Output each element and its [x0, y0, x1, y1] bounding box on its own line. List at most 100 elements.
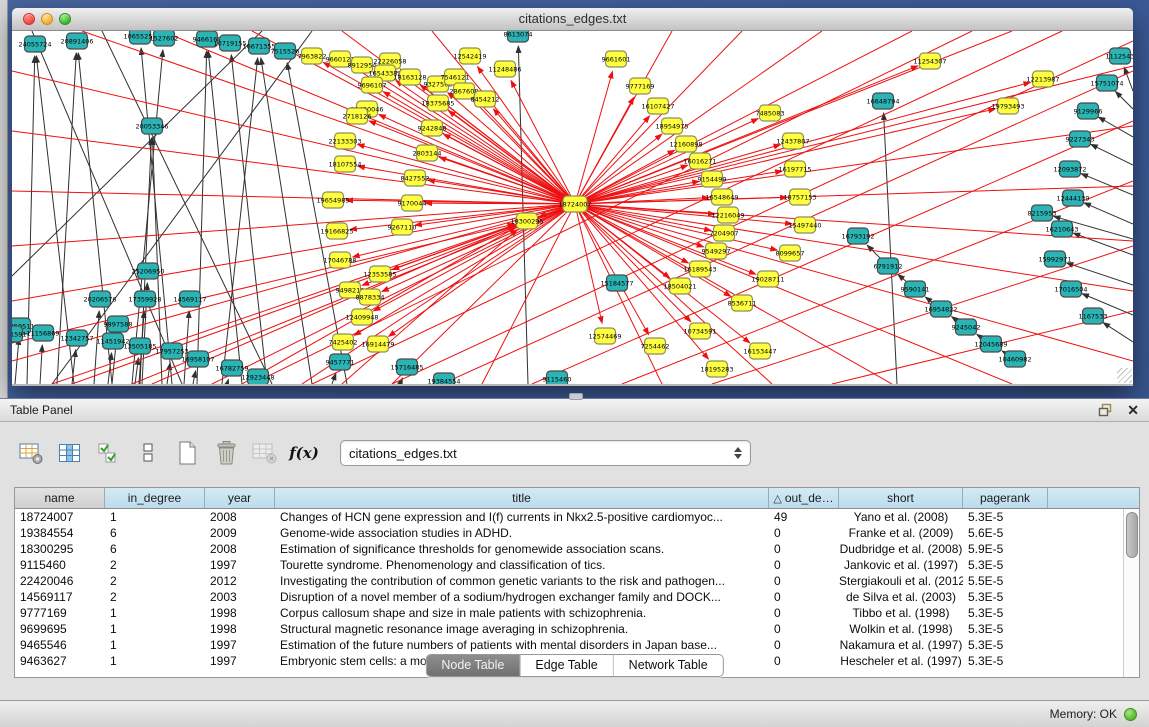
- close-window-button[interactable]: [23, 13, 35, 25]
- graph-node[interactable]: 15716485: [390, 359, 423, 375]
- graph-node[interactable]: 15184577: [600, 275, 633, 291]
- graph-node[interactable]: 9696107: [358, 77, 387, 93]
- zoom-window-button[interactable]: [59, 13, 71, 25]
- graph-node[interactable]: 12444139: [1056, 190, 1089, 206]
- graph-node[interactable]: 8215953: [1028, 205, 1057, 221]
- select-rows-icon[interactable]: [94, 440, 124, 466]
- graph-node[interactable]: 2803144: [413, 145, 442, 161]
- table-row[interactable]: 1456911722003Disruption of a novel membe…: [15, 589, 1123, 605]
- graph-node[interactable]: 14569117: [173, 291, 206, 307]
- graph-node[interactable]: 12160898: [669, 136, 702, 152]
- panel-divider-handle[interactable]: [569, 393, 583, 400]
- graph-node[interactable]: 16914479: [361, 336, 394, 352]
- delete-trash-icon[interactable]: [211, 440, 241, 466]
- graph-node[interactable]: 6791912: [874, 258, 903, 274]
- function-builder-icon[interactable]: f(x): [289, 440, 319, 466]
- column-header-short[interactable]: short: [839, 488, 963, 508]
- graph-node[interactable]: 17046788: [323, 252, 356, 268]
- graph-node[interactable]: 9549297: [702, 243, 731, 259]
- graph-node[interactable]: 20053346: [135, 118, 168, 134]
- graph-node[interactable]: 15992971: [1038, 251, 1071, 267]
- vertical-scrollbar[interactable]: [1123, 509, 1139, 677]
- graph-node[interactable]: 11248486: [488, 61, 521, 77]
- graph-node[interactable]: 19028711: [751, 271, 784, 287]
- graph-node[interactable]: 16548649: [705, 189, 738, 205]
- graph-node[interactable]: 16107427: [641, 98, 674, 114]
- graph-node[interactable]: 11254307: [913, 53, 946, 69]
- network-canvas[interactable]: 1872400718300295240557242089140610655257…: [12, 31, 1133, 386]
- tab-network-table[interactable]: Network Table: [613, 655, 723, 676]
- graph-node[interactable]: 8454212: [471, 91, 500, 107]
- column-header-year[interactable]: year: [205, 488, 275, 508]
- graph-node[interactable]: 7425402: [329, 334, 358, 350]
- graph-node[interactable]: 9590141: [901, 281, 930, 297]
- graph-node[interactable]: 7963822: [298, 48, 327, 64]
- graph-node[interactable]: 10460982: [998, 351, 1031, 367]
- graph-node[interactable]: 12342757: [60, 330, 93, 346]
- graph-node[interactable]: 9170044: [398, 195, 427, 211]
- graph-node[interactable]: 8099657: [776, 245, 805, 261]
- graph-node[interactable]: 12045689: [974, 336, 1007, 352]
- graph-node[interactable]: 12093872: [1053, 161, 1086, 177]
- graph-node[interactable]: 9245042: [952, 319, 981, 335]
- graph-node[interactable]: 19384554: [427, 373, 460, 384]
- graph-node[interactable]: 9777169: [626, 78, 655, 94]
- graph-node[interactable]: 18504021: [663, 278, 696, 294]
- graph-node[interactable]: 12216049: [711, 207, 744, 223]
- graph-node[interactable]: 9897588: [104, 316, 133, 332]
- network-svg[interactable]: 1872400718300295240557242089140610655257…: [12, 31, 1133, 384]
- tab-edge-table[interactable]: Edge Table: [519, 655, 612, 676]
- graph-node[interactable]: 19793493: [991, 98, 1024, 114]
- table-row[interactable]: 911546021997Tourette syndrome. Phenomeno…: [15, 557, 1123, 573]
- tab-node-table[interactable]: Node Table: [426, 655, 519, 676]
- column-header-title[interactable]: title: [275, 488, 769, 508]
- graph-node[interactable]: 1167533: [1079, 308, 1108, 324]
- window-titlebar[interactable]: citations_edges.txt: [12, 8, 1133, 31]
- graph-node[interactable]: 9457771: [326, 354, 355, 370]
- graph-node[interactable]: 19654985: [316, 192, 349, 208]
- graph-node[interactable]: 15497440: [788, 217, 821, 233]
- column-header-pagerank[interactable]: pagerank: [963, 488, 1048, 508]
- minimize-window-button[interactable]: [41, 13, 53, 25]
- table-row[interactable]: 977716911998Corpus callosum shape and si…: [15, 605, 1123, 621]
- graph-node[interactable]: 24055724: [18, 36, 51, 52]
- graph-node[interactable]: 18107554: [328, 156, 361, 172]
- graph-node[interactable]: 7485083: [756, 105, 785, 121]
- graph-node[interactable]: 12437807: [776, 133, 809, 149]
- graph-node[interactable]: 9227343: [1066, 131, 1095, 147]
- graph-node[interactable]: 19166825: [320, 223, 353, 239]
- table-row[interactable]: 1938455462009Genome-wide association stu…: [15, 525, 1123, 541]
- graph-node[interactable]: 18375685: [421, 95, 454, 111]
- graph-node[interactable]: 20206576: [83, 291, 116, 307]
- graph-node[interactable]: 16016271: [683, 153, 716, 169]
- show-columns-icon[interactable]: [55, 440, 85, 466]
- table-row[interactable]: 969969511998Structural magnetic resonanc…: [15, 621, 1123, 637]
- graph-node[interactable]: 8613074: [504, 31, 533, 42]
- graph-node[interactable]: 12574469: [588, 328, 621, 344]
- graph-node[interactable]: 9154499: [698, 171, 727, 187]
- window-resize-grip[interactable]: [1117, 368, 1132, 383]
- close-panel-icon[interactable]: ✕: [1127, 403, 1139, 417]
- graph-node[interactable]: 16189543: [683, 261, 716, 277]
- table-row[interactable]: 946554611997Estimation of the future num…: [15, 637, 1123, 653]
- graph-node[interactable]: 20891406: [60, 33, 93, 49]
- scrollbar-thumb[interactable]: [1126, 512, 1138, 558]
- graph-node[interactable]: 18954975: [655, 118, 688, 134]
- graph-node[interactable]: 9129966: [1074, 103, 1103, 119]
- table-row[interactable]: 1830029562008Estimation of significance …: [15, 541, 1123, 557]
- graph-node[interactable]: 12542419: [453, 48, 486, 64]
- graph-node[interactable]: 9661601: [602, 51, 631, 67]
- graph-node[interactable]: 8536711: [728, 295, 757, 311]
- graph-node[interactable]: 7204907: [710, 225, 739, 241]
- float-panel-icon[interactable]: [1098, 403, 1113, 417]
- graph-node[interactable]: 16648794: [866, 93, 899, 109]
- create-table-icon[interactable]: [172, 440, 202, 466]
- graph-node[interactable]: 7515526: [271, 43, 300, 59]
- graph-node[interactable]: 1112543: [1106, 48, 1133, 64]
- table-row[interactable]: 2242004622012Investigating the contribut…: [15, 573, 1123, 589]
- graph-node[interactable]: 9267110: [388, 219, 417, 235]
- table-selector-dropdown[interactable]: citations_edges.txt: [340, 440, 751, 466]
- column-header-filler[interactable]: [1048, 488, 1139, 508]
- graph-node[interactable]: 1527602: [150, 31, 179, 46]
- graph-node[interactable]: 10734591: [683, 323, 716, 339]
